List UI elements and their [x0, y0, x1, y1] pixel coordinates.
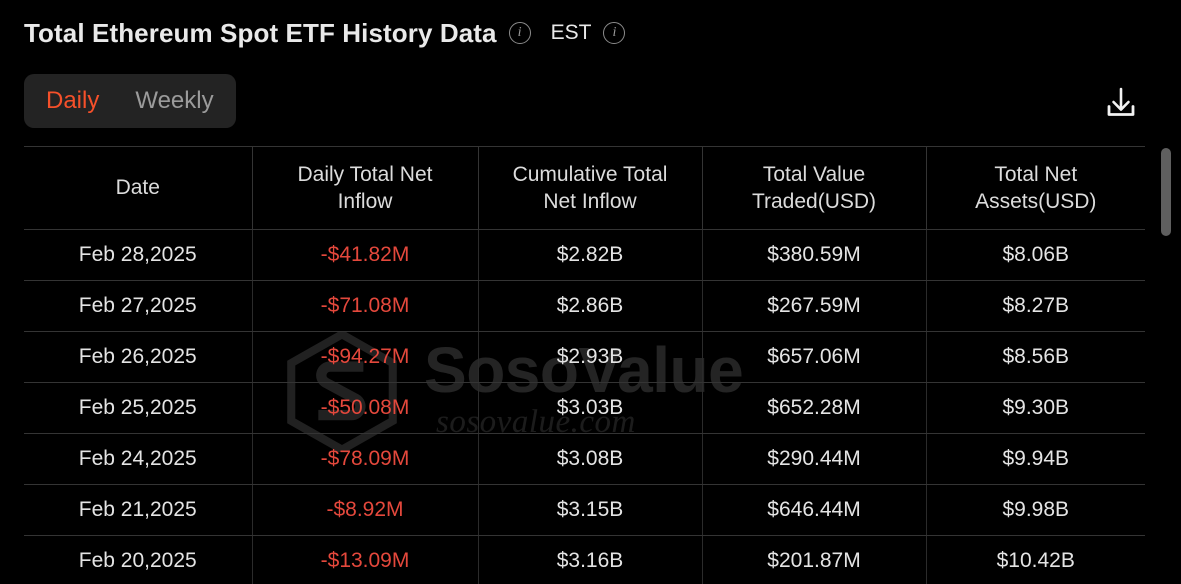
etf-history-panel: Total Ethereum Spot ETF History Data i E… [0, 0, 1181, 584]
cell-daily-net-inflow: -$50.08M [252, 382, 479, 434]
table-scrollbar[interactable] [1161, 146, 1171, 584]
cell-total-value-traded: $646.44M [702, 484, 927, 536]
table-row[interactable]: Feb 21,2025 -$8.92M $3.15B $646.44M $9.9… [24, 484, 1145, 536]
toolbar: Daily Weekly [24, 74, 1157, 128]
download-button[interactable] [1101, 82, 1141, 122]
cell-cumulative-net-inflow: $3.15B [478, 484, 703, 536]
column-header-total-value-traded-line1: Total Value [762, 162, 866, 186]
cell-total-net-assets: $9.98B [926, 484, 1145, 536]
table-row[interactable]: Feb 26,2025 -$94.27M $2.93B $657.06M $8.… [24, 331, 1145, 383]
column-header-cumulative-net-inflow[interactable]: Cumulative Total Net Inflow [478, 146, 703, 230]
tab-daily[interactable]: Daily [28, 74, 117, 128]
cell-cumulative-net-inflow: $2.86B [478, 280, 703, 332]
cell-total-net-assets: $10.42B [926, 535, 1145, 584]
page-title: Total Ethereum Spot ETF History Data [24, 17, 497, 48]
table-row[interactable]: Feb 27,2025 -$71.08M $2.86B $267.59M $8.… [24, 280, 1145, 332]
cell-date: Feb 26,2025 [24, 331, 253, 383]
table-body: Feb 28,2025 -$41.82M $2.82B $380.59M $8.… [24, 229, 1145, 584]
column-header-cumulative-net-inflow-line2: Net Inflow [543, 190, 637, 213]
cell-daily-net-inflow: -$8.92M [252, 484, 479, 536]
cell-cumulative-net-inflow: $3.03B [478, 382, 703, 434]
column-header-cumulative-net-inflow-line1: Cumulative Total [512, 162, 668, 186]
cell-cumulative-net-inflow: $2.82B [478, 229, 703, 281]
history-table-container[interactable]: Date Daily Total Net Inflow Cumulative T… [24, 146, 1157, 584]
cell-total-net-assets: $8.56B [926, 331, 1145, 383]
cell-date: Feb 25,2025 [24, 382, 253, 434]
cell-daily-net-inflow: -$94.27M [252, 331, 479, 383]
column-header-total-value-traded[interactable]: Total Value Traded(USD) [702, 146, 927, 230]
cell-total-net-assets: $8.06B [926, 229, 1145, 281]
cell-daily-net-inflow: -$13.09M [252, 535, 479, 584]
column-header-total-value-traded-line2: Traded(USD) [751, 190, 877, 213]
column-header-daily-net-inflow-line2: Inflow [337, 190, 393, 213]
table-row[interactable]: Feb 28,2025 -$41.82M $2.82B $380.59M $8.… [24, 229, 1145, 281]
cell-date: Feb 28,2025 [24, 229, 253, 281]
cell-total-value-traded: $657.06M [702, 331, 927, 383]
cell-cumulative-net-inflow: $3.08B [478, 433, 703, 485]
column-header-daily-net-inflow-line1: Daily Total Net [297, 162, 433, 186]
cell-cumulative-net-inflow: $3.16B [478, 535, 703, 584]
cell-total-value-traded: $290.44M [702, 433, 927, 485]
cell-date: Feb 27,2025 [24, 280, 253, 332]
cell-cumulative-net-inflow: $2.93B [478, 331, 703, 383]
column-header-total-net-assets[interactable]: Total Net Assets(USD) [926, 146, 1145, 230]
timezone-info-icon[interactable]: i [603, 22, 626, 44]
column-header-total-net-assets-line2: Assets(USD) [975, 190, 1097, 213]
cell-total-net-assets: $9.94B [926, 433, 1145, 485]
cell-daily-net-inflow: -$41.82M [252, 229, 479, 281]
cell-date: Feb 20,2025 [24, 535, 253, 584]
column-header-daily-net-inflow[interactable]: Daily Total Net Inflow [252, 146, 479, 230]
period-segmented-control: Daily Weekly [24, 74, 236, 128]
table-scrollbar-thumb[interactable] [1161, 148, 1171, 236]
header-title-row: Total Ethereum Spot ETF History Data i E… [24, 14, 626, 52]
column-header-total-net-assets-line1: Total Net [994, 162, 1078, 186]
cell-total-value-traded: $267.59M [702, 280, 927, 332]
cell-total-value-traded: $652.28M [702, 382, 927, 434]
table-row[interactable]: Feb 20,2025 -$13.09M $3.16B $201.87M $10… [24, 535, 1145, 584]
download-icon [1107, 87, 1135, 116]
cell-total-net-assets: $8.27B [926, 280, 1145, 332]
title-info-icon[interactable]: i [508, 22, 531, 44]
column-header-date[interactable]: Date [24, 146, 253, 230]
table-header-row: Date Daily Total Net Inflow Cumulative T… [24, 146, 1145, 230]
history-table: Date Daily Total Net Inflow Cumulative T… [24, 146, 1145, 584]
cell-total-value-traded: $201.87M [702, 535, 927, 584]
cell-daily-net-inflow: -$78.09M [252, 433, 479, 485]
cell-date: Feb 24,2025 [24, 433, 253, 485]
column-header-date-line1: Date [115, 176, 160, 200]
table-row[interactable]: Feb 24,2025 -$78.09M $3.08B $290.44M $9.… [24, 433, 1145, 485]
cell-daily-net-inflow: -$71.08M [252, 280, 479, 332]
timezone-label: EST [550, 21, 592, 44]
tab-weekly[interactable]: Weekly [117, 74, 231, 128]
cell-total-value-traded: $380.59M [702, 229, 927, 281]
cell-total-net-assets: $9.30B [926, 382, 1145, 434]
table-header: Date Daily Total Net Inflow Cumulative T… [24, 146, 1145, 230]
cell-date: Feb 21,2025 [24, 484, 253, 536]
table-row[interactable]: Feb 25,2025 -$50.08M $3.03B $652.28M $9.… [24, 382, 1145, 434]
